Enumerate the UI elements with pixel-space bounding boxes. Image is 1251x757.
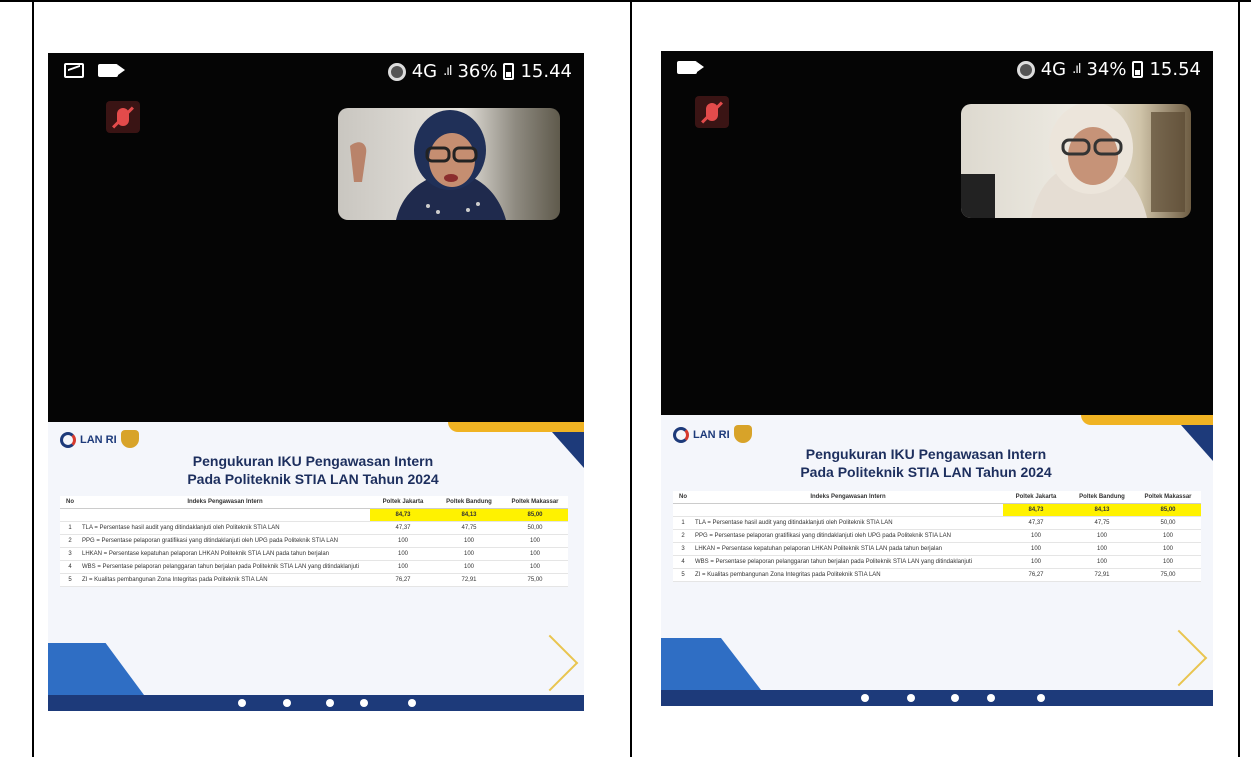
left-border: [32, 0, 34, 757]
network-type: 4G: [1040, 59, 1067, 80]
document-frame: 4G .ıl 36% 15.44 LAN RI Pengukuran IKU P…: [0, 0, 1251, 757]
slide-gold-chevron: [521, 634, 579, 692]
slide-blue-shape: [48, 643, 144, 695]
slide-footer-bar: [661, 690, 1213, 706]
hotspot-icon: [387, 62, 406, 81]
slide-accent-bar: [1081, 415, 1213, 425]
battery-icon: [1132, 61, 1144, 78]
video-camera-icon: [98, 64, 125, 77]
battery-percent: 34%: [1086, 59, 1127, 80]
participant-video-thumbnail[interactable]: [961, 104, 1191, 218]
status-bar: 4G .ıl 34% 15.54: [661, 51, 1213, 91]
center-divider: [630, 0, 632, 757]
facebook-icon: [987, 694, 995, 702]
instagram-icon: [238, 699, 246, 707]
lan-ri-logo: LAN RI: [60, 432, 117, 448]
right-border: [1238, 0, 1240, 757]
lan-ri-logo: LAN RI: [673, 427, 730, 443]
col-header-bandung: Poltek Bandung: [436, 496, 502, 509]
facebook-icon: [360, 699, 368, 707]
col-header-jakarta: Poltek Jakarta: [1003, 491, 1069, 504]
participant-figure: [350, 110, 506, 220]
twitter-icon: [951, 694, 959, 702]
slide-gold-chevron: [1150, 629, 1208, 687]
instagram-icon: [861, 694, 869, 702]
shared-presentation-slide: LAN RI Pengukuran IKU Pengawasan Intern …: [661, 415, 1213, 706]
signal-icon: .ıl: [443, 64, 452, 79]
clock: 15.54: [1149, 59, 1201, 80]
col-header-indeks: Indeks Pengawasan Intern: [80, 496, 370, 509]
network-type: 4G: [411, 61, 438, 82]
totals-row: 84,73 84,13 85,00: [60, 508, 568, 522]
col-header-makassar: Poltek Makassar: [1135, 491, 1201, 504]
table-row: 5 ZI = Kualitas pembangunan Zona Integrit…: [60, 573, 568, 587]
slide-title: Pengukuran IKU Pengawasan Intern Pada Po…: [187, 453, 439, 487]
status-bar: 4G .ıl 36% 15.44: [48, 53, 584, 93]
table-row: 2 PPG = Persentase pelaporan gratifikasi …: [673, 529, 1201, 543]
phone-screenshot-left: 4G .ıl 36% 15.44 LAN RI Pengukuran IKU P…: [48, 53, 584, 711]
slide-footer-bar: [48, 695, 584, 711]
signal-icon: .ıl: [1072, 62, 1081, 77]
gallery-icon: [64, 63, 84, 78]
youtube-icon: [283, 699, 291, 707]
totals-row: 84,73 84,13 85,00: [673, 503, 1201, 517]
shared-presentation-slide: LAN RI Pengukuran IKU Pengawasan Intern …: [48, 422, 584, 711]
top-border: [0, 0, 1251, 2]
slide-corner-shape: [552, 432, 584, 468]
mic-muted-button[interactable]: [106, 101, 140, 133]
table-row: 1 TLA = Persentase hasil audit yang ditin…: [60, 521, 568, 535]
website-icon: [408, 699, 416, 707]
table-row: 2 PPG = Persentase pelaporan gratifikasi …: [60, 534, 568, 548]
col-header-no: No: [60, 496, 80, 509]
col-header-bandung: Poltek Bandung: [1069, 491, 1135, 504]
hotspot-icon: [1016, 60, 1035, 79]
col-header-makassar: Poltek Makassar: [502, 496, 568, 509]
slide-corner-shape: [1181, 425, 1213, 461]
website-icon: [1037, 694, 1045, 702]
battery-icon: [503, 63, 515, 80]
video-camera-icon: [677, 61, 704, 74]
participant-figure: [961, 104, 1185, 218]
table-row: 5 ZI = Kualitas pembangunan Zona Integrit…: [673, 568, 1201, 582]
youtube-icon: [907, 694, 915, 702]
clock: 15.44: [520, 61, 572, 82]
iku-table: No Indeks Pengawasan Intern Poltek Jakar…: [673, 491, 1201, 582]
twitter-icon: [326, 699, 334, 707]
lan-logo-icon: [673, 427, 689, 443]
table-row: 1 TLA = Persentase hasil audit yang ditin…: [673, 516, 1201, 530]
table-row: 4 WBS = Persentase pelaporan pelanggaran …: [60, 560, 568, 574]
trophy-icon: [734, 425, 752, 443]
lan-logo-icon: [60, 432, 76, 448]
phone-screenshot-right: 4G .ıl 34% 15.54 LAN RI Pengukuran IKU P…: [661, 51, 1213, 706]
table-row: 4 WBS = Persentase pelaporan pelanggaran …: [673, 555, 1201, 569]
col-header-indeks: Indeks Pengawasan Intern: [693, 491, 1003, 504]
mic-muted-button[interactable]: [695, 96, 729, 128]
col-header-jakarta: Poltek Jakarta: [370, 496, 436, 509]
slide-title: Pengukuran IKU Pengawasan Intern Pada Po…: [800, 446, 1052, 480]
participant-video-thumbnail[interactable]: [338, 108, 560, 220]
table-row: 3 LHKAN = Persentase kepatuhan pelaporan …: [673, 542, 1201, 556]
slide-accent-bar: [448, 422, 584, 432]
trophy-icon: [121, 430, 139, 448]
iku-table: No Indeks Pengawasan Intern Poltek Jakar…: [60, 496, 568, 587]
table-row: 3 LHKAN = Persentase kepatuhan pelaporan …: [60, 547, 568, 561]
slide-blue-shape: [661, 638, 761, 690]
battery-percent: 36%: [457, 61, 498, 82]
col-header-no: No: [673, 491, 693, 504]
